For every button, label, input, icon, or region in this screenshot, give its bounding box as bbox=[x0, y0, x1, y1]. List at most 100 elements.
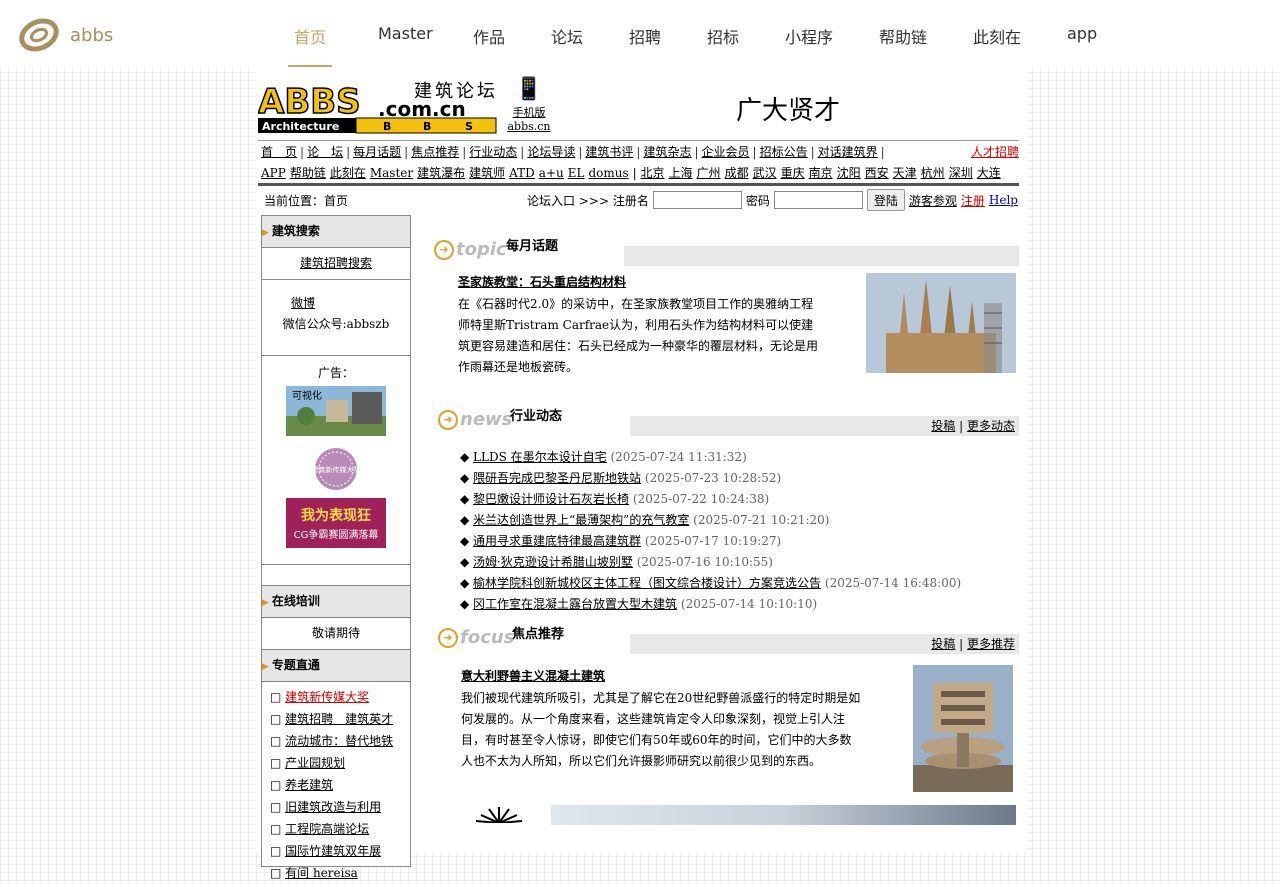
link-book-review[interactable]: 建筑书评 bbox=[585, 145, 633, 159]
topic-link[interactable]: 养老建筑 bbox=[285, 778, 333, 792]
link-tenders[interactable]: 招标公告 bbox=[760, 145, 808, 159]
news-title-link[interactable]: 隈研吾完成巴黎圣丹尼斯地铁站 bbox=[473, 471, 641, 485]
link-dialogue[interactable]: 对话建筑界 bbox=[818, 145, 878, 159]
brutalist-building-image[interactable] bbox=[913, 665, 1013, 792]
link2-app[interactable]: APP bbox=[261, 166, 286, 180]
topic-item: □ 建筑新传媒大奖 bbox=[270, 690, 370, 704]
link2-chengdu[interactable]: 成都 bbox=[725, 166, 749, 180]
news-title-link[interactable]: 通用寻求重建底特律最高建筑群 bbox=[473, 534, 641, 548]
news-title-link[interactable]: 米兰达创造世界上“最薄架构”的充气教室 bbox=[473, 513, 689, 527]
nav-item-master[interactable]: Master bbox=[378, 24, 433, 43]
register-link[interactable]: 注册 bbox=[961, 192, 985, 209]
link2-xian[interactable]: 西安 bbox=[865, 166, 889, 180]
login-button[interactable]: 登陆 bbox=[866, 189, 905, 211]
sidebar-ads: 广告： 可视化 建筑新传媒大奖 我为表现狂 CG争霸赛圆满落幕 bbox=[262, 364, 410, 565]
job-search-link[interactable]: 建筑招聘搜索 bbox=[300, 256, 372, 270]
topic-link[interactable]: 工程院高端论坛 bbox=[285, 822, 369, 836]
link2-chongqing[interactable]: 重庆 bbox=[781, 166, 805, 180]
link2-atd[interactable]: ATD bbox=[509, 166, 535, 180]
link2-domus[interactable]: domus bbox=[588, 166, 628, 180]
link2-helpchain[interactable]: 帮助链 bbox=[290, 166, 326, 180]
link2-now[interactable]: 此刻在 bbox=[330, 166, 366, 180]
topic-title-link[interactable]: 圣家族教堂：石头重启结构材料 bbox=[458, 275, 626, 289]
sidebar-search-header: ▶ 建筑搜索 bbox=[262, 216, 410, 248]
link2-architect[interactable]: 建筑师 bbox=[469, 166, 505, 180]
topic-link[interactable]: 建筑招聘 建筑英才 bbox=[285, 712, 393, 726]
topic-link[interactable]: 建筑新传媒大奖 bbox=[285, 690, 369, 704]
link-members[interactable]: 企业会员 bbox=[702, 145, 750, 159]
news-submit-link[interactable]: 投稿 bbox=[931, 419, 955, 433]
nav-item-tenders[interactable]: 招标 bbox=[707, 24, 739, 48]
link-monthly-topic[interactable]: 每月话题 bbox=[353, 145, 401, 159]
link-home[interactable]: 首 页 bbox=[261, 145, 297, 159]
link2-waterfall[interactable]: 建筑瀑布 bbox=[417, 166, 465, 180]
nav-item-home[interactable]: 首页 bbox=[294, 24, 326, 48]
focus-more-link[interactable]: 更多推荐 bbox=[967, 637, 1015, 651]
username-input[interactable] bbox=[652, 191, 742, 209]
guest-link[interactable]: 游客参观 bbox=[909, 192, 957, 209]
news-more-link[interactable]: 更多动态 bbox=[967, 419, 1015, 433]
topic-link[interactable]: 产业园规划 bbox=[285, 756, 345, 770]
focus-title-link[interactable]: 意大利野兽主义混凝土建筑 bbox=[461, 669, 605, 683]
brand[interactable]: abbs bbox=[18, 16, 113, 54]
link2-nanjing[interactable]: 南京 bbox=[809, 166, 833, 180]
link2-dalian[interactable]: 大连 bbox=[977, 166, 1001, 180]
link2-hangzhou[interactable]: 杭州 bbox=[921, 166, 945, 180]
link2-shenyang[interactable]: 沈阳 bbox=[837, 166, 861, 180]
nav-item-works[interactable]: 作品 bbox=[473, 24, 505, 48]
link-forum[interactable]: 论 坛 bbox=[307, 145, 343, 159]
nav-item-miniprogram[interactable]: 小程序 bbox=[785, 24, 833, 48]
topic-link[interactable]: 旧建筑改造与利用 bbox=[285, 800, 381, 814]
ad-cg-contest-banner[interactable]: 我为表现狂 CG争霸赛圆满落幕 bbox=[286, 498, 386, 548]
link-focus[interactable]: 焦点推荐 bbox=[411, 145, 459, 159]
banner-image[interactable] bbox=[551, 805, 1016, 825]
nav-item-now[interactable]: 此刻在 bbox=[973, 24, 1021, 48]
nav-item-helpchain[interactable]: 帮助链 bbox=[879, 24, 927, 48]
main-content: ➜ topic 每月话题 圣家族教堂：石头重启结构材料 在《石器时代2.0》的采访… bbox=[434, 215, 1022, 833]
link2-tianjin[interactable]: 天津 bbox=[893, 166, 917, 180]
link2-beijing[interactable]: 北京 bbox=[641, 166, 665, 180]
link2-shanghai[interactable]: 上海 bbox=[669, 166, 693, 180]
link-industry-news[interactable]: 行业动态 bbox=[469, 145, 517, 159]
nav-item-forum[interactable]: 论坛 bbox=[551, 24, 583, 48]
news-item: ◆ 黎巴嫩设计师设计石灰岩长椅 (2025-07-22 10:24:38) bbox=[460, 492, 770, 506]
link2-shenzhen[interactable]: 深圳 bbox=[949, 166, 973, 180]
nav-item-jobs[interactable]: 招聘 bbox=[629, 24, 661, 48]
ad1-text: 可视化 bbox=[292, 389, 322, 402]
focus-submit-link[interactable]: 投稿 bbox=[931, 637, 955, 651]
link-forum-guide[interactable]: 论坛导读 bbox=[527, 145, 575, 159]
topic-link[interactable]: 流动城市：替代地铁 bbox=[285, 734, 393, 748]
news-title-link[interactable]: 冈工作室在混凝土露台放置大型木建筑 bbox=[473, 597, 677, 611]
topic-list: □ 建筑新传媒大奖 □ 建筑招聘 建筑英才 □ 流动城市：替代地铁 □ 产业园规… bbox=[262, 682, 410, 884]
news-title-link[interactable]: 黎巴嫩设计师设计石灰岩长椅 bbox=[473, 492, 629, 506]
link2-master[interactable]: Master bbox=[370, 166, 413, 180]
news-title-link[interactable]: LLDS 在墨尔本设计自宅 bbox=[473, 450, 607, 464]
link-magazine[interactable]: 建筑杂志 bbox=[643, 145, 691, 159]
ad-media-award-badge[interactable]: 建筑新传媒大奖 bbox=[308, 446, 364, 492]
abbs-site-logo[interactable]: ABBS 建筑论坛 .com.cn Architecture B B S bbox=[258, 80, 498, 136]
site-header: ABBS 建筑论坛 .com.cn Architecture B B S 📱 手… bbox=[256, 68, 1026, 140]
link2-el[interactable]: EL bbox=[568, 166, 585, 180]
header-slogan: 广大贤才 bbox=[736, 96, 841, 126]
help-link[interactable]: Help bbox=[989, 193, 1018, 207]
topic-item: □ 产业园规划 bbox=[270, 756, 346, 770]
news-item: ◆ LLDS 在墨尔本设计自宅 (2025-07-24 11:31:32) bbox=[460, 450, 747, 464]
ad-visualization-banner[interactable]: 可视化 bbox=[286, 386, 386, 436]
nav-item-app[interactable]: app bbox=[1067, 24, 1097, 43]
link-recruitment[interactable]: 人才招聘 bbox=[971, 143, 1019, 160]
news-title-link[interactable]: 汤姆·狄克逊设计希腊山坡别墅 bbox=[473, 555, 633, 569]
topic-link[interactable]: 国际竹建筑双年展 bbox=[285, 844, 381, 858]
weibo-link[interactable]: 微博 bbox=[291, 296, 315, 310]
link2-guangzhou[interactable]: 广州 bbox=[697, 166, 721, 180]
topic-link[interactable]: 有间 hereisa bbox=[285, 866, 358, 880]
news-list: ◆ LLDS 在墨尔本设计自宅 (2025-07-24 11:31:32) ◆ … bbox=[434, 447, 1022, 623]
news-title-link[interactable]: 榆林学院科创新城校区主体工程（图文综合楼设计）方案竞选公告 bbox=[473, 576, 821, 590]
mobile-version-link[interactable]: 📱 手机版 abbs.cn bbox=[506, 76, 552, 136]
topic-item: □ 有间 hereisa bbox=[270, 866, 358, 880]
link2-au[interactable]: a+u bbox=[539, 166, 564, 180]
password-input[interactable] bbox=[773, 191, 863, 209]
news-cn-label: 行业动态 bbox=[510, 409, 563, 424]
focus-body: 我们被现代建筑所吸引，尤其是了解它在20世纪野兽派盛行的特定时期是如何发展的。从… bbox=[461, 691, 861, 768]
cathedral-image[interactable] bbox=[866, 273, 1016, 373]
link2-wuhan[interactable]: 武汉 bbox=[753, 166, 777, 180]
